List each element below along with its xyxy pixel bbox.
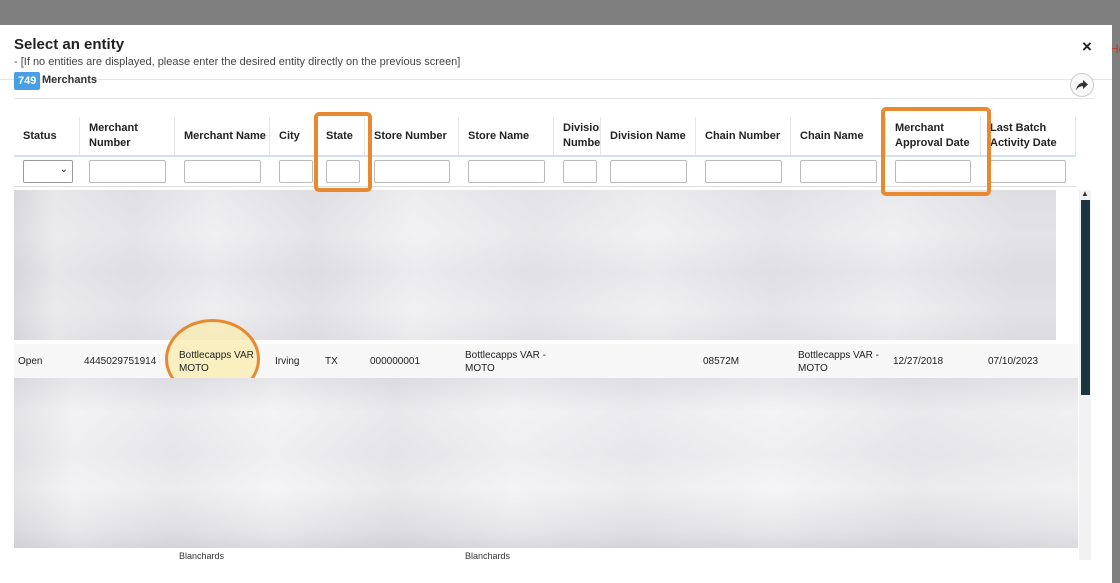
merchant-count-badge: 749	[14, 72, 41, 90]
cell-chain-number: 08572M	[703, 356, 740, 367]
partial-table-row	[0, 548, 1080, 560]
state-column-highlight	[314, 112, 372, 192]
cell-merchant-name: Bottlecapps VAR MOTO	[179, 350, 254, 374]
status-filter-select[interactable]: ⌄	[23, 160, 73, 183]
column-header-last-batch-activity-date[interactable]: Last Batch Activity Date	[981, 117, 1076, 155]
column-header-merchant-name[interactable]: Merchant Name	[175, 117, 270, 155]
approval-date-column-highlight	[881, 107, 991, 196]
column-header-city[interactable]: City	[270, 117, 317, 155]
column-header-store-number[interactable]: Store Number	[365, 117, 459, 155]
column-header-store-name[interactable]: Store Name	[459, 117, 554, 155]
store-name-filter-input[interactable]	[468, 160, 545, 183]
chain-number-filter-input[interactable]	[705, 160, 782, 183]
cell-merchant-approval-date: 12/27/2018	[893, 356, 944, 367]
cell-store-name-partial: Blanchards	[465, 551, 511, 561]
close-icon[interactable]: ×	[1082, 37, 1092, 57]
cell-merchant-number: 4445029751914	[84, 356, 157, 367]
cell-city: Irving	[275, 356, 300, 367]
cell-last-batch-activity-date: 07/10/2023	[988, 356, 1039, 367]
redacted-rows-bottom	[14, 378, 1078, 548]
share-button[interactable]	[1070, 73, 1094, 97]
column-header-merchant-number[interactable]: Merchant Number	[80, 117, 175, 155]
cell-store-name: Bottlecapps VAR - MOTO	[465, 350, 546, 374]
cell-chain-name: Bottlecapps VAR - MOTO	[798, 350, 879, 374]
cell-store-number: 000000001	[370, 356, 421, 367]
chevron-down-icon: ⌄	[59, 164, 68, 175]
merchant-count-label: Merchants	[42, 74, 98, 86]
column-header-chain-number[interactable]: Chain Number	[696, 117, 791, 155]
merchant-name-filter-input[interactable]	[184, 160, 261, 183]
column-header-chain-name[interactable]: Chain Name	[791, 117, 886, 155]
column-header-division-name[interactable]: Division Name	[601, 117, 696, 155]
store-number-filter-input[interactable]	[374, 160, 450, 183]
last-batch-activity-date-filter-input[interactable]	[990, 160, 1066, 183]
scroll-up-icon[interactable]: ▲	[1081, 189, 1089, 198]
share-arrow-icon	[1076, 79, 1088, 90]
division-name-filter-input[interactable]	[610, 160, 687, 183]
cell-merchant-name-partial: Blanchards	[179, 551, 225, 561]
scrollbar-thumb[interactable]	[1081, 200, 1090, 395]
modal-subtitle: - [If no entities are displayed, please …	[14, 56, 461, 68]
cell-state: TX	[325, 356, 338, 367]
modal-title: Select an entity	[14, 36, 125, 53]
city-filter-input[interactable]	[279, 160, 313, 183]
modal-header: Select an entity - [If no entities are d…	[0, 25, 1112, 80]
chain-name-filter-input[interactable]	[800, 160, 877, 183]
division-number-filter-input[interactable]	[563, 160, 597, 183]
column-header-division-number[interactable]: Division Number	[554, 117, 601, 155]
cell-status: Open	[18, 356, 43, 367]
column-header-status[interactable]: Status	[14, 117, 80, 155]
redacted-rows-top	[14, 190, 1056, 340]
toolbar-divider	[14, 98, 1094, 99]
merchant-number-filter-input[interactable]	[89, 160, 166, 183]
